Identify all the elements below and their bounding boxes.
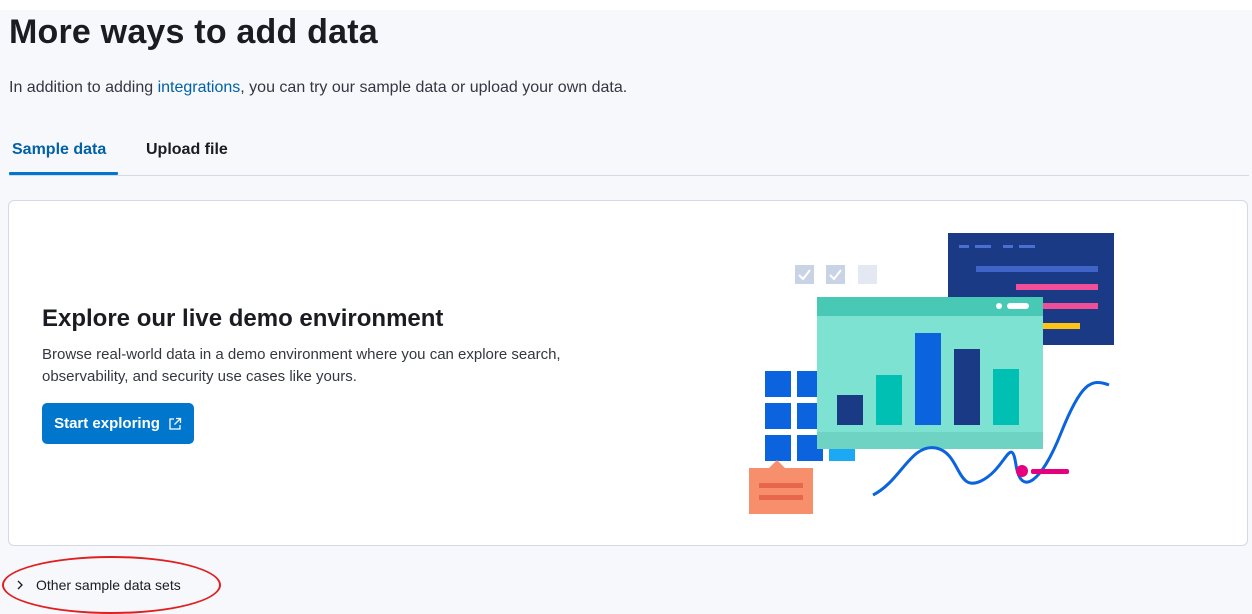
demo-card-title: Explore our live demo environment bbox=[42, 305, 444, 332]
intro-text-after: , you can try our sample data or upload … bbox=[240, 79, 628, 96]
intro-text: In addition to adding integrations, you … bbox=[9, 78, 627, 98]
chart-window-graphic bbox=[817, 297, 1043, 449]
external-link-icon bbox=[169, 417, 182, 430]
demo-card-description: Browse real-world data in a demo environ… bbox=[42, 346, 561, 385]
demo-environment-card: Explore our live demo environment Browse… bbox=[8, 200, 1248, 546]
checkbox-graphics bbox=[795, 265, 877, 284]
integrations-link[interactable]: integrations bbox=[158, 79, 241, 96]
other-sample-data-sets-label: Other sample data sets bbox=[36, 577, 181, 593]
tab-sample-data[interactable]: Sample data bbox=[12, 140, 106, 160]
tab-upload-file[interactable]: Upload file bbox=[146, 140, 228, 160]
note-graphic bbox=[749, 460, 813, 514]
data-tabs: Sample data Upload file bbox=[9, 131, 1249, 176]
active-tab-indicator bbox=[9, 172, 118, 175]
other-sample-data-sets-toggle[interactable]: Other sample data sets bbox=[14, 574, 181, 596]
start-exploring-label: Start exploring bbox=[54, 415, 160, 432]
start-exploring-button[interactable]: Start exploring bbox=[42, 403, 194, 444]
page-title: More ways to add data bbox=[9, 13, 378, 51]
demo-illustration bbox=[749, 233, 1114, 514]
wave-marker-graphic bbox=[1031, 469, 1069, 474]
wave-point-graphic bbox=[1016, 465, 1028, 477]
top-strip bbox=[0, 0, 1252, 10]
intro-text-before: In addition to adding bbox=[9, 79, 158, 96]
chevron-right-icon bbox=[17, 580, 23, 590]
